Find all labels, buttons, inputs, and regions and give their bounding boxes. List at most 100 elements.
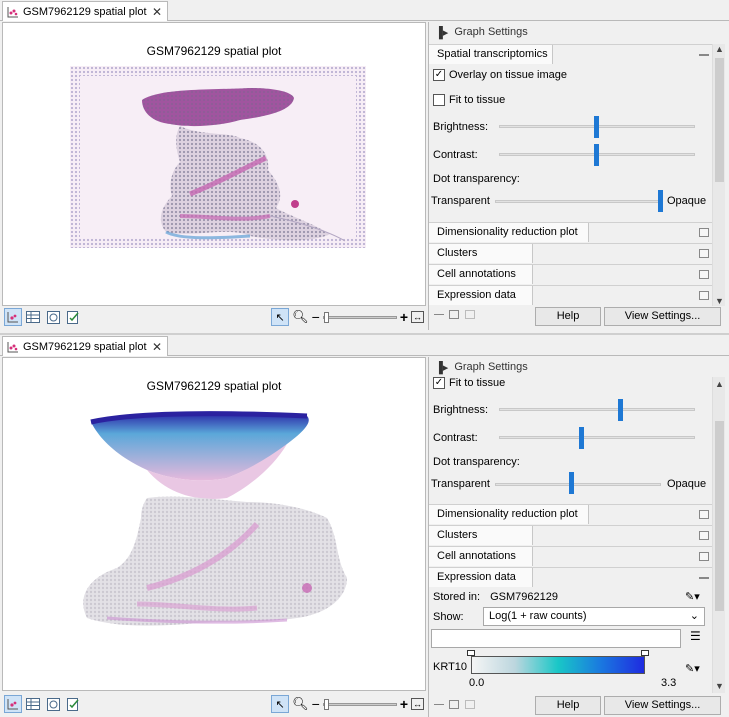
brightness-label: Brightness: <box>433 121 489 133</box>
contrast-thumb[interactable] <box>594 144 599 166</box>
section-dimensionality-reduction[interactable]: Dimensionality reduction plot <box>429 222 713 242</box>
settings-scrollbar[interactable]: ▲ ▼ <box>712 44 725 306</box>
brightness-thumb[interactable] <box>618 399 623 421</box>
zoom-in-icon[interactable]: 🔍︎ <box>292 696 309 712</box>
tab-spatial-plot[interactable]: GSM7962129 spatial plot ✕ <box>2 1 168 21</box>
help-button[interactable]: Help <box>535 696 601 715</box>
close-icon[interactable]: ✕ <box>152 340 162 354</box>
contrast-slider[interactable] <box>499 436 695 439</box>
stored-in-label: Stored in: <box>433 591 481 603</box>
show-select[interactable]: Log(1 + raw counts) ⌄ <box>483 607 705 626</box>
dot-transparency-thumb[interactable] <box>658 190 663 212</box>
zoom-slider[interactable] <box>322 311 397 323</box>
filter-icon[interactable]: ☰ <box>690 629 701 643</box>
edit-icon[interactable]: ✎▾ <box>685 662 700 675</box>
gradient-bar[interactable] <box>471 656 645 674</box>
folder-icon[interactable] <box>699 228 709 237</box>
scroll-down-icon[interactable]: ▼ <box>714 681 725 691</box>
collapse-all-icon[interactable] <box>434 314 444 315</box>
contrast-thumb[interactable] <box>579 427 584 449</box>
folder-icon[interactable] <box>699 249 709 258</box>
section-title: Cell annotations <box>429 265 533 284</box>
scroll-up-icon[interactable]: ▲ <box>714 379 725 389</box>
graph-settings-header[interactable]: ▐▸ Graph Settings <box>429 22 727 42</box>
fit-checkbox-row[interactable]: ✓ Fit to tissue <box>433 377 505 389</box>
section-cell-annotations[interactable]: Cell annotations <box>429 546 713 566</box>
section-cell-annotations[interactable]: Cell annotations <box>429 264 713 284</box>
fit-checkbox-row[interactable]: Fit to tissue <box>433 94 505 106</box>
plot-area[interactable]: GSM7962129 spatial plot <box>2 22 426 306</box>
tab-spatial-plot[interactable]: GSM7962129 spatial plot ✕ <box>2 336 168 356</box>
pointer-icon[interactable]: ↖ <box>271 308 290 326</box>
show-select-value: Log(1 + raw counts) <box>489 610 587 622</box>
zoom-slider[interactable] <box>322 698 397 710</box>
close-icon[interactable]: ✕ <box>152 5 162 19</box>
collapse-panel-icon[interactable]: ▐▸ <box>435 361 448 374</box>
zoom-plus-icon[interactable]: + <box>400 309 408 325</box>
view-settings-button[interactable]: View Settings... <box>604 696 721 715</box>
brightness-thumb[interactable] <box>594 116 599 138</box>
collapse-all-icon[interactable] <box>434 704 444 705</box>
plot-area[interactable]: GSM7962129 spatial plot <box>2 357 426 691</box>
folder-icon[interactable] <box>699 552 709 561</box>
folder-icon[interactable] <box>699 291 709 300</box>
scroll-thumb[interactable] <box>715 421 724 611</box>
gradient-min-handle[interactable] <box>467 650 475 656</box>
history-view-icon[interactable] <box>44 695 62 713</box>
settings-scrollbar[interactable]: ▲ ▼ <box>712 377 725 693</box>
dot-transparency-slider[interactable] <box>495 200 661 203</box>
folder-icon[interactable] <box>449 700 459 709</box>
dot-transparency-row: Dot transparency: <box>433 456 520 468</box>
view-settings-button[interactable]: View Settings... <box>604 307 721 326</box>
overlay-checkbox-row[interactable]: ✓ Overlay on tissue image <box>433 69 567 81</box>
contrast-row: Contrast: <box>433 149 478 161</box>
table-view-icon[interactable] <box>24 695 42 713</box>
section-expression-data[interactable]: Expression data <box>429 567 713 587</box>
overlay-checkbox[interactable]: ✓ <box>433 69 445 81</box>
scroll-up-icon[interactable]: ▲ <box>714 44 725 54</box>
table-view-icon[interactable] <box>24 308 42 326</box>
folder-icon[interactable] <box>699 510 709 519</box>
fit-checkbox[interactable]: ✓ <box>433 377 445 389</box>
section-clusters[interactable]: Clusters <box>429 525 713 545</box>
folder-icon[interactable] <box>699 270 709 279</box>
collapse-panel-icon[interactable]: ▐▸ <box>435 26 448 39</box>
zoom-out-icon[interactable]: − <box>312 309 320 325</box>
dot-transparency-thumb[interactable] <box>569 472 574 494</box>
fit-width-icon[interactable]: ↔ <box>411 311 424 323</box>
section-spatial-transcriptomics[interactable]: Spatial transcriptomics <box>429 44 713 64</box>
zoom-plus-icon[interactable]: + <box>400 696 408 712</box>
scroll-thumb[interactable] <box>715 58 724 182</box>
fit-width-icon[interactable]: ↔ <box>411 698 424 710</box>
tissue-image <box>70 66 366 248</box>
history-view-icon[interactable] <box>44 308 62 326</box>
edit-icon[interactable]: ✎▾ <box>685 590 700 603</box>
collapse-icon[interactable] <box>699 54 709 56</box>
folder-icon[interactable] <box>699 531 709 540</box>
section-title: Expression data <box>429 286 533 305</box>
pointer-icon[interactable]: ↖ <box>271 695 290 713</box>
gene-search-input[interactable] <box>431 629 681 648</box>
dot-transparency-slider[interactable] <box>495 483 661 486</box>
scroll-down-icon[interactable]: ▼ <box>714 296 725 306</box>
plot-view-icon[interactable] <box>4 308 22 326</box>
brightness-slider[interactable] <box>499 408 695 411</box>
section-expression-data[interactable]: Expression data <box>429 285 713 305</box>
section-clusters[interactable]: Clusters <box>429 243 713 263</box>
save-settings-icon[interactable] <box>465 700 475 709</box>
zoom-out-icon[interactable]: − <box>312 696 320 712</box>
fit-checkbox[interactable] <box>433 94 445 106</box>
folder-icon[interactable] <box>449 310 459 319</box>
scale-min: 0.0 <box>469 677 485 689</box>
collapse-icon[interactable] <box>699 577 709 579</box>
help-button[interactable]: Help <box>535 307 601 326</box>
section-dimensionality-reduction[interactable]: Dimensionality reduction plot <box>429 504 713 524</box>
graph-settings-header[interactable]: ▐▸ Graph Settings <box>429 357 727 377</box>
tab-label: GSM7962129 spatial plot <box>23 5 147 18</box>
annotation-view-icon[interactable] <box>64 695 82 713</box>
save-settings-icon[interactable] <box>465 310 475 319</box>
annotation-view-icon[interactable] <box>64 308 82 326</box>
gradient-max-handle[interactable] <box>641 650 649 656</box>
zoom-in-icon[interactable]: 🔍︎ <box>292 309 309 325</box>
plot-view-icon[interactable] <box>4 695 22 713</box>
